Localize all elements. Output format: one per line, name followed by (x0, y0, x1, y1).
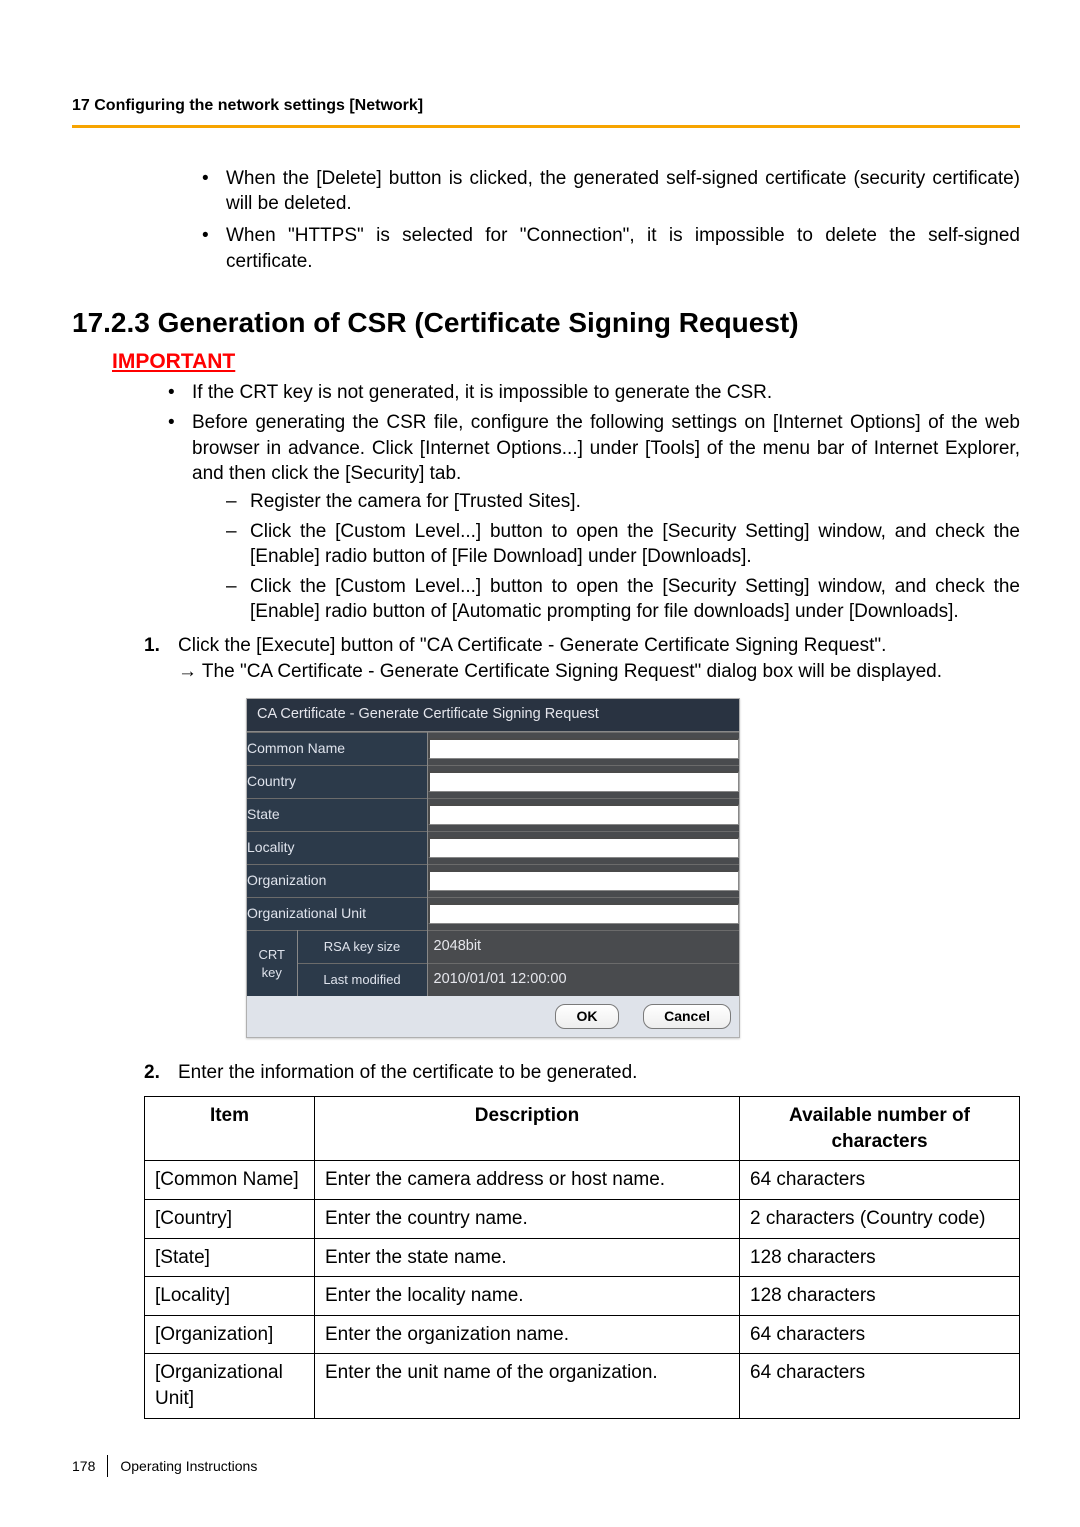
step-1-result: → The "CA Certificate - Generate Certifi… (178, 659, 1020, 685)
dialog-row: Locality (247, 831, 739, 864)
section-title: 17.2.3 Generation of CSR (Certificate Si… (72, 304, 1020, 342)
cell: [Organization] (145, 1315, 315, 1354)
cell: Enter the camera address or host name. (315, 1161, 740, 1200)
last-modified: 2010/01/01 12:00:00 (428, 971, 567, 987)
th-chars: Available number of characters (740, 1096, 1020, 1160)
table-row: [Organizational Unit] Enter the unit nam… (145, 1354, 1020, 1418)
crt-sub-label: Last modified (297, 963, 427, 996)
important-list: If the CRT key is not generated, it is i… (72, 380, 1020, 625)
dialog-label: Common Name (247, 732, 427, 765)
intro-bullets: When the [Delete] button is clicked, the… (72, 166, 1020, 275)
table-row: [Locality] Enter the locality name. 128 … (145, 1277, 1020, 1316)
cell: 64 characters (740, 1315, 1020, 1354)
dialog-value (427, 897, 739, 930)
th-description: Description (315, 1096, 740, 1160)
cell: Enter the state name. (315, 1238, 740, 1277)
important-label: IMPORTANT (112, 348, 1020, 376)
cell: Enter the unit name of the organization. (315, 1354, 740, 1418)
footer-divider (107, 1455, 108, 1477)
dialog-row: Country (247, 765, 739, 798)
rsa-key-size: 2048bit (428, 938, 482, 954)
dialog-row: CRT key RSA key size 2048bit (247, 930, 739, 963)
dash-item: Register the camera for [Trusted Sites]. (222, 489, 1020, 515)
dialog-row: Organization (247, 864, 739, 897)
dialog-value (427, 732, 739, 765)
step-1-text: Click the [Execute] button of "CA Certif… (178, 635, 886, 656)
doc-title: Operating Instructions (120, 1457, 257, 1476)
table-row: [State] Enter the state name. 128 charac… (145, 1238, 1020, 1277)
dialog-value (427, 765, 739, 798)
table-header-row: Item Description Available number of cha… (145, 1096, 1020, 1160)
crt-sub-label: RSA key size (297, 930, 427, 963)
organization-input[interactable] (428, 870, 740, 891)
dialog-row: State (247, 798, 739, 831)
cell: 64 characters (740, 1354, 1020, 1418)
cell: Enter the country name. (315, 1199, 740, 1238)
csr-dialog: CA Certificate - Generate Certificate Si… (246, 698, 740, 1038)
step-1: Click the [Execute] button of "CA Certif… (144, 633, 1020, 1038)
cell: [Organizational Unit] (145, 1354, 315, 1418)
dialog-value (427, 831, 739, 864)
cell: [State] (145, 1238, 315, 1277)
ok-button[interactable]: OK (555, 1004, 619, 1029)
page-number: 178 (72, 1457, 95, 1476)
dialog-label: Organizational Unit (247, 897, 427, 930)
dialog-label: State (247, 798, 427, 831)
csr-fields-table: Item Description Available number of cha… (144, 1096, 1020, 1419)
step-2: Enter the information of the certificate… (144, 1060, 1020, 1418)
country-input[interactable] (428, 771, 740, 792)
cell: 128 characters (740, 1238, 1020, 1277)
cell: 64 characters (740, 1161, 1020, 1200)
org-unit-input[interactable] (428, 903, 740, 924)
intro-bullet: When "HTTPS" is selected for "Connection… (192, 223, 1020, 274)
steps-list: Click the [Execute] button of "CA Certif… (72, 633, 1020, 1419)
dialog-row: Organizational Unit (247, 897, 739, 930)
crt-key-label: CRT key (247, 930, 297, 996)
dialog-title: CA Certificate - Generate Certificate Si… (247, 699, 739, 732)
cell: [Country] (145, 1199, 315, 1238)
state-input[interactable] (428, 804, 740, 825)
cell: [Locality] (145, 1277, 315, 1316)
cell: 128 characters (740, 1277, 1020, 1316)
dialog-label: Locality (247, 831, 427, 864)
dash-item: Click the [Custom Level...] button to op… (222, 574, 1020, 625)
step-2-text: Enter the information of the certificate… (178, 1062, 637, 1083)
important-item-text: Before generating the CSR file, configur… (192, 412, 1020, 484)
cell: [Common Name] (145, 1161, 315, 1200)
dialog-buttons: OK Cancel (247, 996, 739, 1037)
important-item: If the CRT key is not generated, it is i… (158, 380, 1020, 406)
th-item: Item (145, 1096, 315, 1160)
cell: 2 characters (Country code) (740, 1199, 1020, 1238)
dialog-label: Country (247, 765, 427, 798)
running-header: 17 Configuring the network settings [Net… (72, 95, 1020, 117)
dialog-value (427, 798, 739, 831)
cell: Enter the locality name. (315, 1277, 740, 1316)
table-row: [Organization] Enter the organization na… (145, 1315, 1020, 1354)
locality-input[interactable] (428, 837, 740, 858)
dialog-row: Common Name (247, 732, 739, 765)
dash-item: Click the [Custom Level...] button to op… (222, 519, 1020, 570)
dialog-label: Organization (247, 864, 427, 897)
footer: 178 Operating Instructions (72, 1455, 257, 1477)
crt-value: 2048bit (427, 930, 739, 963)
page: 17 Configuring the network settings [Net… (0, 0, 1080, 1527)
important-item: Before generating the CSR file, configur… (158, 410, 1020, 625)
cancel-button[interactable]: Cancel (643, 1004, 731, 1029)
common-name-input[interactable] (428, 738, 740, 759)
cell: Enter the organization name. (315, 1315, 740, 1354)
intro-bullet: When the [Delete] button is clicked, the… (192, 166, 1020, 217)
dialog-row: Last modified 2010/01/01 12:00:00 (247, 963, 739, 996)
dash-list: Register the camera for [Trusted Sites].… (192, 489, 1020, 625)
table-row: [Common Name] Enter the camera address o… (145, 1161, 1020, 1200)
header-rule (72, 125, 1020, 128)
dialog-value (427, 864, 739, 897)
table-row: [Country] Enter the country name. 2 char… (145, 1199, 1020, 1238)
dialog-form: Common Name Country State Locality (247, 732, 739, 997)
crt-value: 2010/01/01 12:00:00 (427, 963, 739, 996)
